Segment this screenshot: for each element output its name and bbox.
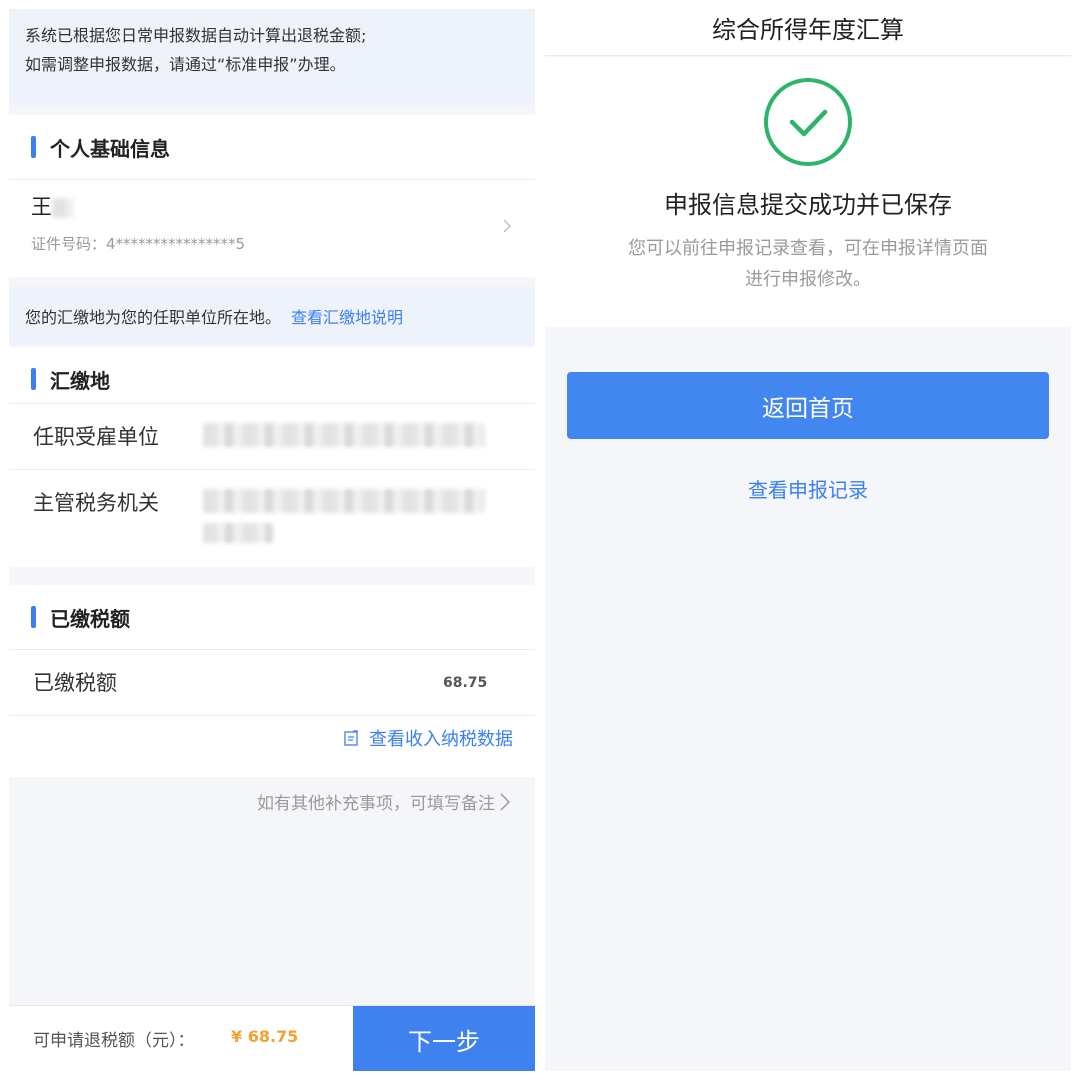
name-redaction — [52, 198, 74, 218]
edit-doc-icon — [344, 730, 358, 746]
remark-label: 如有其他补充事项，可填写备注 — [257, 794, 495, 814]
success-panel: 申报信息提交成功并已保存 您可以前往申报记录查看，可在申报详情页面 进行申报修改… — [545, 57, 1071, 327]
person-name: 王 — [31, 191, 74, 221]
auto-calc-notice-line1: 系统已根据您日常申报数据自动计算出退税金额; — [25, 26, 367, 45]
view-income-label: 查看收入纳税数据 — [369, 729, 513, 750]
success-desc-line2: 进行申报修改。 — [745, 269, 871, 290]
divider — [9, 179, 535, 180]
filing-place-title: 汇缴地 — [50, 368, 110, 393]
refund-amount-value: ¥ 68.75 — [231, 1027, 299, 1046]
view-income-link[interactable]: 查看收入纳税数据 — [344, 725, 513, 751]
personal-info-title: 个人基础信息 — [50, 136, 170, 161]
employer-value-redacted — [203, 423, 485, 447]
section-accent-bar — [31, 368, 36, 390]
tax-paid-label: 已缴税额 — [33, 671, 117, 695]
page-header: 综合所得年度汇算 — [545, 0, 1071, 56]
section-accent-bar — [31, 606, 36, 628]
person-row[interactable]: 王 证件号码：4****************5 — [31, 187, 521, 265]
chevron-right-icon — [500, 792, 511, 811]
divider — [9, 649, 535, 650]
divider — [9, 403, 535, 404]
success-description: 您可以前往申报记录查看，可在申报详情页面 进行申报修改。 — [545, 233, 1071, 295]
return-home-button[interactable]: 返回首页 — [567, 372, 1049, 439]
person-id-number: 证件号码：4****************5 — [31, 235, 246, 253]
employer-row: 任职受雇单位 — [9, 421, 535, 451]
filing-place-notice-text: 您的汇缴地为您的任职单位所在地。 — [25, 308, 282, 327]
view-filing-place-link[interactable]: 查看汇缴地说明 — [291, 304, 403, 328]
redaction-line — [203, 489, 485, 513]
chevron-right-icon — [503, 219, 511, 233]
auto-calc-notice: 系统已根据您日常申报数据自动计算出退税金额; 如需调整申报数据，请通过“标准申报… — [9, 9, 535, 105]
success-check-icon — [764, 78, 852, 166]
tax-office-label: 主管税务机关 — [33, 491, 159, 515]
divider — [9, 715, 535, 716]
tax-paid-title: 已缴税额 — [50, 606, 130, 631]
section-accent-bar — [31, 136, 36, 158]
bottom-action-bar: 可申请退税额（元）： ¥ 68.75 下一步 — [9, 1005, 535, 1071]
filing-place-header: 汇缴地 — [9, 347, 535, 411]
next-step-button[interactable]: 下一步 — [353, 1006, 535, 1071]
remark-link[interactable]: 如有其他补充事项，可填写备注 — [257, 789, 511, 814]
view-records-link[interactable]: 查看申报记录 — [545, 474, 1071, 503]
tax-office-value-redacted — [203, 487, 485, 543]
page-title: 综合所得年度汇算 — [712, 16, 904, 44]
filing-place-notice: 您的汇缴地为您的任职单位所在地。 查看汇缴地说明 — [9, 287, 535, 345]
tax-paid-value: 68.75 — [443, 675, 488, 691]
success-title: 申报信息提交成功并已保存 — [664, 191, 952, 219]
employer-label: 任职受雇单位 — [33, 425, 159, 449]
divider — [9, 469, 535, 470]
auto-calc-notice-line2: 如需调整申报数据，请通过“标准申报”办理。 — [25, 55, 346, 74]
refund-amount-label: 可申请退税额（元）： — [33, 1031, 195, 1051]
tax-paid-header: 已缴税额 — [9, 585, 535, 649]
tax-office-row: 主管税务机关 — [9, 487, 535, 543]
redaction-line — [203, 523, 273, 543]
success-desc-line1: 您可以前往申报记录查看，可在申报详情页面 — [628, 238, 988, 259]
submission-success-screen: 综合所得年度汇算 申报信息提交成功并已保存 您可以前往申报记录查看，可在申报详情… — [545, 0, 1071, 1071]
declaration-form-screen: 系统已根据您日常申报数据自动计算出退税金额; 如需调整申报数据，请通过“标准申报… — [9, 9, 535, 1071]
personal-info-header: 个人基础信息 — [9, 115, 535, 179]
